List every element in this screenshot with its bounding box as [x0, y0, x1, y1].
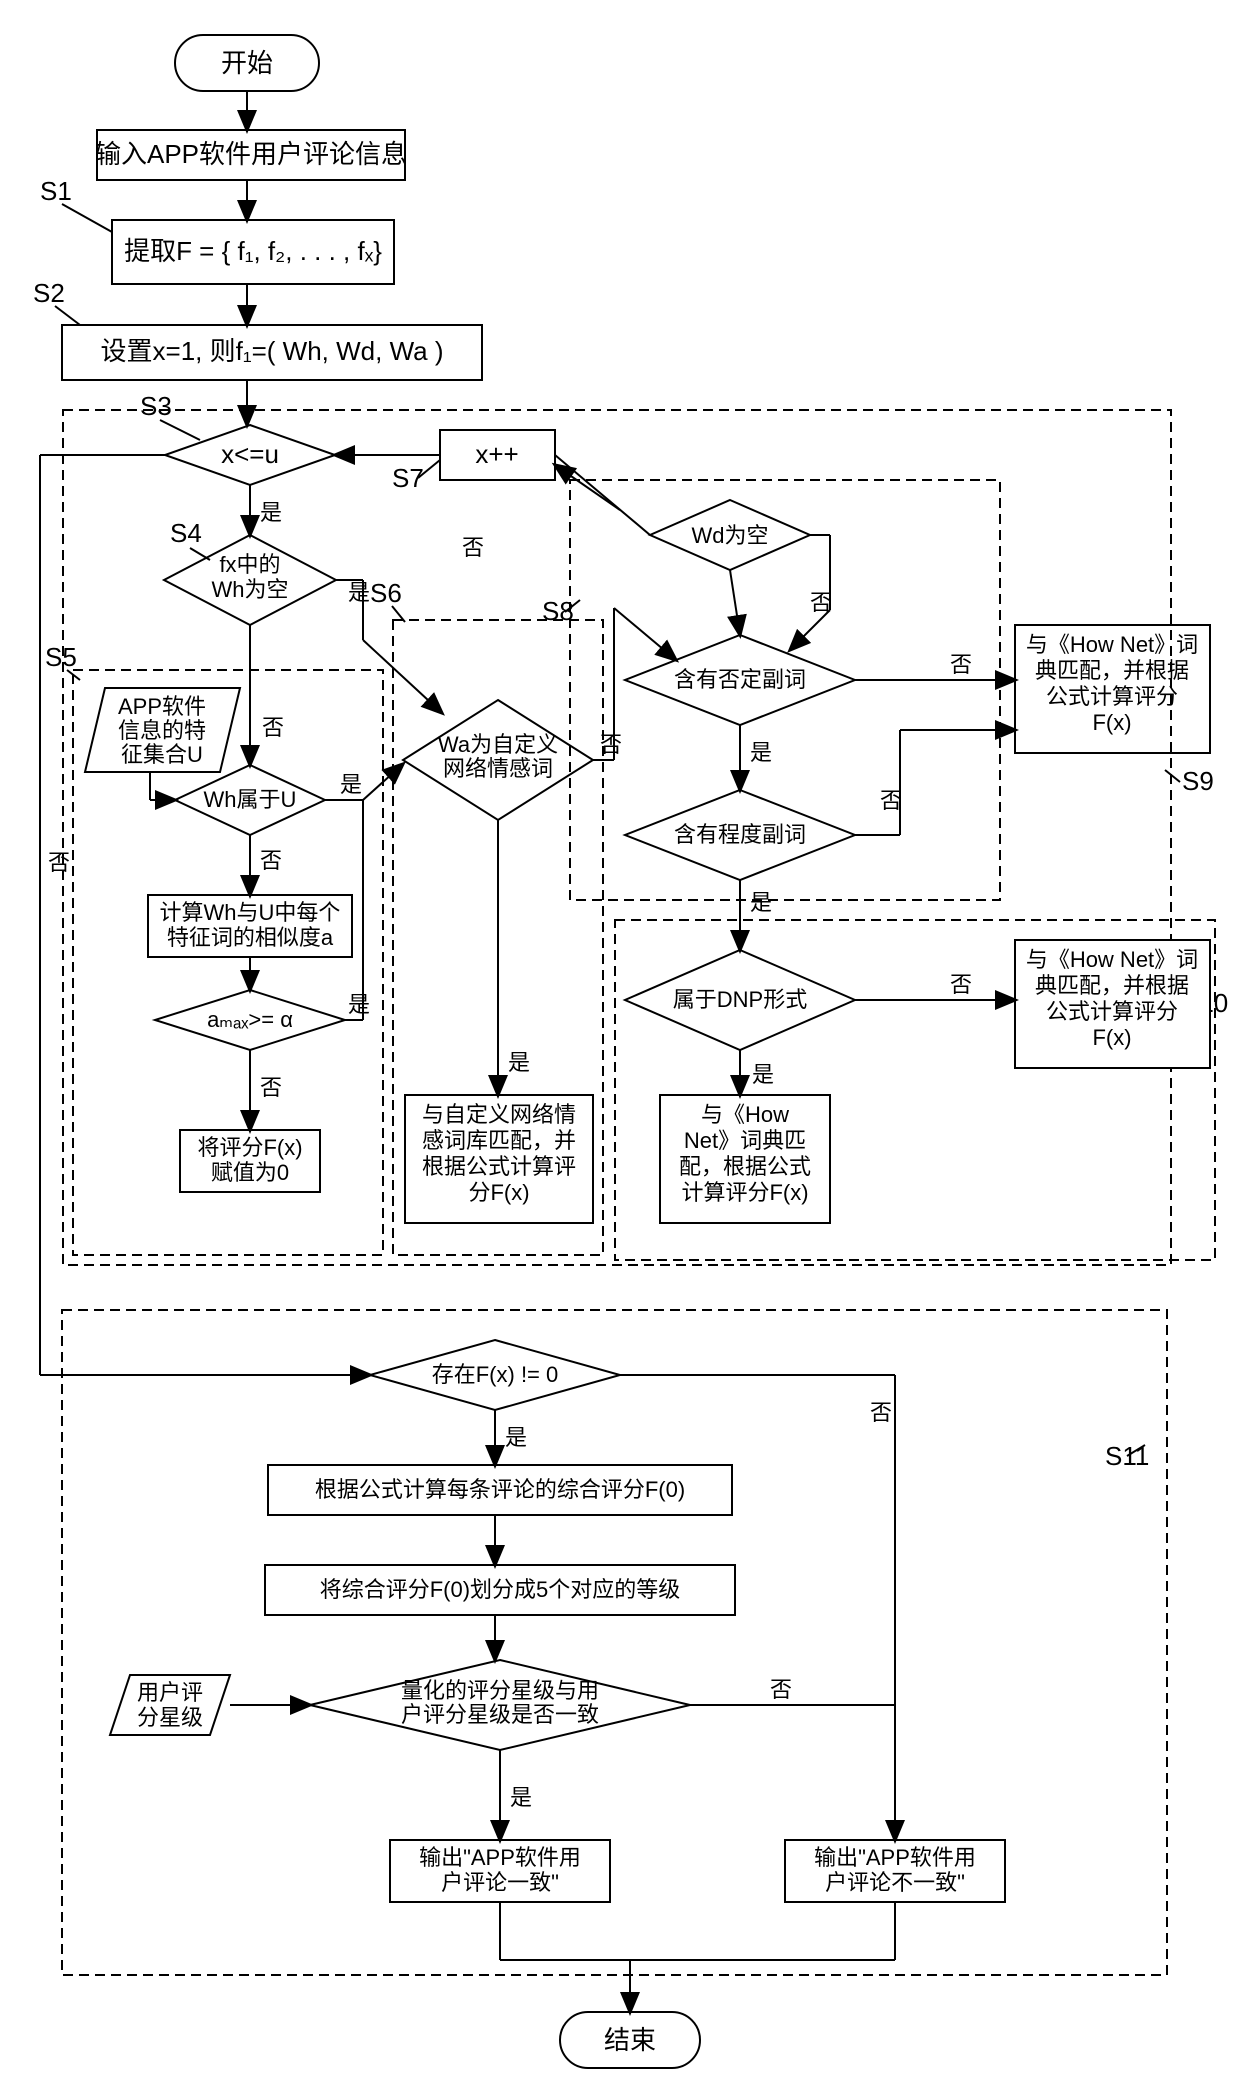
svg-text:是: 是: [750, 740, 772, 765]
start-label: 开始: [221, 48, 273, 78]
s11-d1-text: 存在F(x) != 0: [432, 1362, 559, 1387]
svg-text:输出"APP软件用: 输出"APP软件用: [814, 1845, 976, 1870]
end-label: 结束: [604, 2025, 656, 2055]
svg-text:否: 否: [950, 972, 972, 997]
svg-text:是: 是: [348, 580, 370, 605]
svg-text:配，根据公式: 配，根据公式: [679, 1154, 811, 1179]
svg-text:感词库匹配，并: 感词库匹配，并: [422, 1128, 576, 1153]
svg-text:用户评: 用户评: [137, 1680, 203, 1705]
s7-text: x++: [475, 439, 518, 469]
svg-text:否: 否: [262, 715, 284, 740]
svg-text:是: 是: [508, 1050, 530, 1075]
svg-text:典匹配，并根据: 典匹配，并根据: [1035, 973, 1189, 998]
svg-text:否: 否: [600, 732, 622, 757]
s8-d2-text: 含有否定副词: [674, 667, 806, 692]
svg-text:否: 否: [462, 535, 484, 560]
svg-text:Wa为自定义: Wa为自定义: [438, 732, 558, 757]
svg-text:输出"APP软件用: 输出"APP软件用: [419, 1845, 581, 1870]
s11-p1-text: 根据公式计算每条评论的综合评分F(0): [315, 1477, 685, 1502]
svg-text:户评分星级是否一致: 户评分星级是否一致: [401, 1702, 599, 1727]
s5-d1-text: Wh属于U: [204, 787, 297, 812]
svg-text:是: 是: [348, 992, 370, 1017]
svg-text:是: 是: [752, 1062, 774, 1087]
svg-text:是: 是: [260, 500, 282, 525]
svg-text:特征词的相似度a: 特征词的相似度a: [167, 925, 334, 950]
svg-text:赋值为0: 赋值为0: [211, 1160, 289, 1185]
svg-text:否: 否: [770, 1677, 792, 1702]
flowchart-diagram: 开始 结束 输入APP软件用户评论信息 提取F = { f₁, f₂, . . …: [0, 0, 1240, 2083]
svg-text:否: 否: [880, 788, 902, 813]
svg-text:信息的特: 信息的特: [118, 718, 206, 743]
svg-text:是: 是: [505, 1425, 527, 1450]
s10-d-text: 属于DNP形式: [673, 987, 807, 1012]
svg-text:户评论不一致": 户评论不一致": [825, 1870, 965, 1895]
s8-d3-text: 含有程度副词: [674, 822, 806, 847]
svg-text:是: 是: [750, 890, 772, 915]
svg-text:否: 否: [950, 652, 972, 677]
svg-text:公式计算评分: 公式计算评分: [1046, 684, 1178, 709]
svg-text:与自定义网络情: 与自定义网络情: [422, 1102, 576, 1127]
svg-text:计算Wh与U中每个: 计算Wh与U中每个: [160, 900, 341, 925]
svg-text:否: 否: [260, 1075, 282, 1100]
s1-step: S1: [40, 176, 72, 206]
svg-text:是: 是: [510, 1785, 532, 1810]
svg-text:分F(x): 分F(x): [468, 1180, 529, 1205]
s4-t1: fx中的: [219, 552, 280, 577]
svg-text:计算评分F(x): 计算评分F(x): [681, 1180, 808, 1205]
s5-step: S5: [45, 642, 77, 672]
svg-text:与《How Net》词: 与《How Net》词: [1026, 947, 1198, 972]
svg-text:与《How: 与《How: [701, 1102, 789, 1127]
s3-step: S3: [140, 391, 172, 421]
svg-text:将评分F(x): 将评分F(x): [197, 1135, 302, 1160]
s4-step: S4: [170, 518, 202, 548]
s11-p2-text: 将综合评分F(0)划分成5个对应的等级: [320, 1577, 681, 1602]
input-text: 输入APP软件用户评论信息: [95, 139, 407, 169]
svg-text:否: 否: [870, 1400, 892, 1425]
svg-text:征集合U: 征集合U: [121, 742, 203, 767]
s2-text: 设置x=1, 则f₁=( Wh, Wd, Wa ): [101, 336, 444, 366]
svg-text:典匹配，并根据: 典匹配，并根据: [1035, 658, 1189, 683]
s4-t2: Wh为空: [211, 577, 288, 602]
s8-d1-text: Wd为空: [691, 523, 768, 548]
s1-text: 提取F = { f₁, f₂, . . . , fₓ}: [124, 236, 382, 266]
svg-text:F(x): F(x): [1092, 1025, 1131, 1050]
s6-step: S6: [370, 578, 402, 608]
svg-text:户评论一致": 户评论一致": [441, 1870, 559, 1895]
svg-text:是: 是: [340, 772, 362, 797]
svg-text:网络情感词: 网络情感词: [443, 756, 553, 781]
svg-text:Net》词典匹: Net》词典匹: [684, 1128, 806, 1153]
svg-text:公式计算评分: 公式计算评分: [1046, 999, 1178, 1024]
s9-step: S9: [1182, 766, 1214, 796]
s8-step: S8: [542, 596, 574, 626]
svg-text:否: 否: [260, 848, 282, 873]
s3-text: x<=u: [221, 439, 279, 469]
s5-d2-text: aₘₐₓ>= α: [207, 1007, 293, 1032]
s2-step: S2: [33, 278, 65, 308]
svg-text:否: 否: [48, 850, 70, 875]
svg-text:根据公式计算评: 根据公式计算评: [422, 1154, 576, 1179]
svg-text:与《How Net》词: 与《How Net》词: [1026, 632, 1198, 657]
svg-text:量化的评分星级与用: 量化的评分星级与用: [401, 1678, 599, 1703]
svg-text:APP软件: APP软件: [118, 694, 206, 719]
svg-text:分星级: 分星级: [137, 1705, 203, 1730]
svg-text:F(x): F(x): [1092, 710, 1131, 735]
